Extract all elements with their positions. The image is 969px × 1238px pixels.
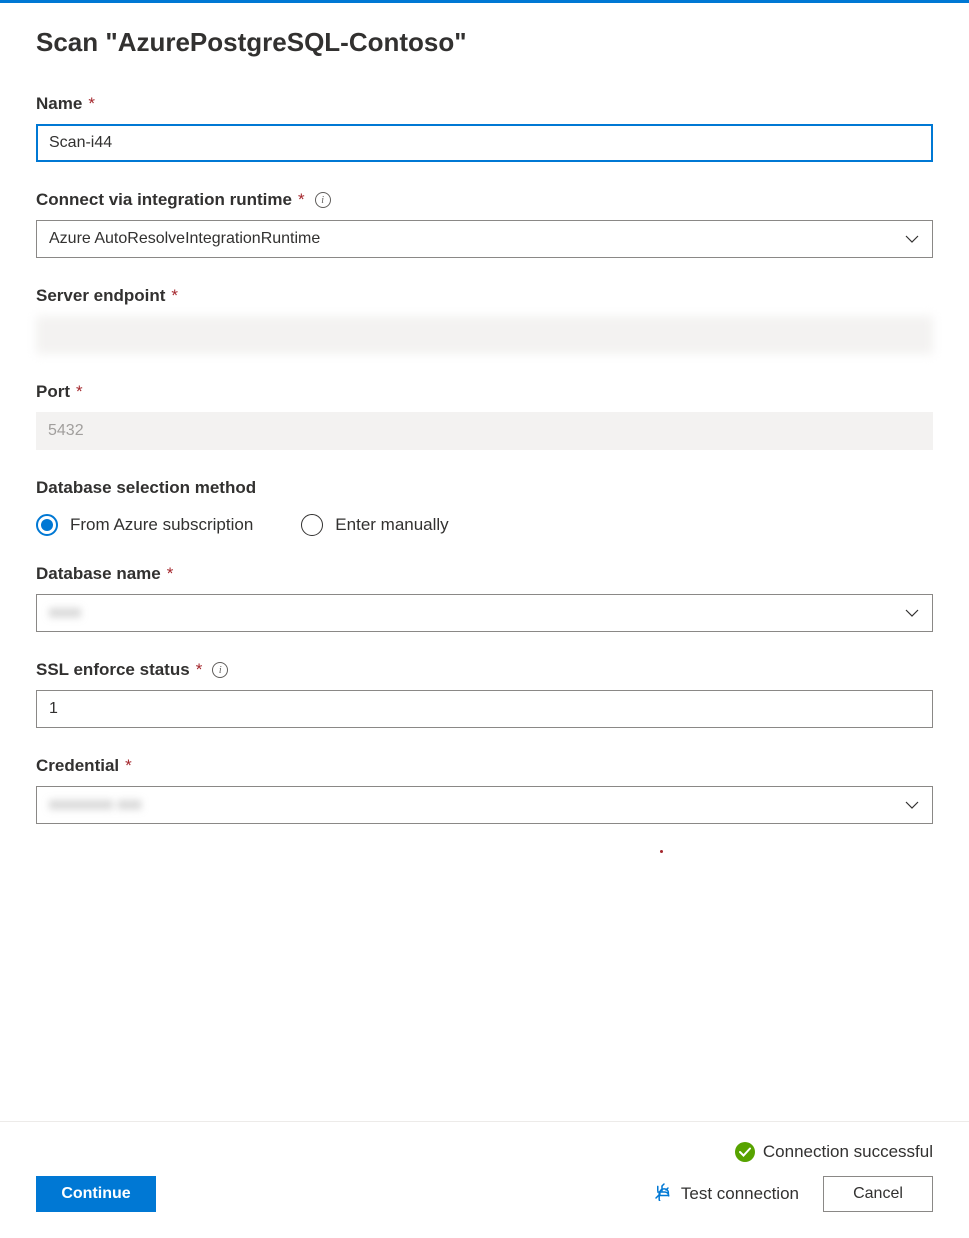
continue-button[interactable]: Continue [36, 1176, 156, 1212]
runtime-select[interactable]: Azure AutoResolveIntegrationRuntime [36, 220, 933, 258]
label-credential-text: Credential [36, 756, 119, 776]
port-input [36, 412, 933, 450]
field-credential: Credential * xxxxxxxx xxx [36, 756, 933, 824]
db-name-select-wrapper: xxxx [36, 594, 933, 632]
credential-select[interactable]: xxxxxxxx xxx [36, 786, 933, 824]
label-db-method-text: Database selection method [36, 478, 256, 498]
required-asterisk: * [298, 190, 305, 210]
radio-enter-manually[interactable]: Enter manually [301, 514, 448, 536]
required-asterisk: * [196, 660, 203, 680]
label-runtime: Connect via integration runtime * i [36, 190, 933, 210]
field-db-name: Database name * xxxx [36, 564, 933, 632]
test-connection-link[interactable]: Test connection [653, 1183, 799, 1206]
label-db-name-text: Database name [36, 564, 161, 584]
field-name: Name * [36, 94, 933, 162]
label-port: Port * [36, 382, 933, 402]
test-connection-text: Test connection [681, 1184, 799, 1204]
label-endpoint: Server endpoint * [36, 286, 933, 306]
form-container: Scan "AzurePostgreSQL-Contoso" Name * Co… [0, 3, 969, 824]
required-asterisk: * [125, 756, 132, 776]
connection-status: Connection successful [36, 1142, 933, 1162]
field-port: Port * [36, 382, 933, 450]
label-credential: Credential * [36, 756, 933, 776]
radio-from-azure-label: From Azure subscription [70, 515, 253, 535]
label-runtime-text: Connect via integration runtime [36, 190, 292, 210]
runtime-select-wrapper: Azure AutoResolveIntegrationRuntime [36, 220, 933, 258]
label-ssl: SSL enforce status * i [36, 660, 933, 680]
db-name-select-value: xxxx [49, 604, 81, 622]
label-db-method: Database selection method [36, 478, 933, 498]
status-text: Connection successful [763, 1142, 933, 1162]
check-icon [735, 1142, 755, 1162]
required-asterisk: * [167, 564, 174, 584]
stray-dot [660, 850, 663, 853]
field-ssl: SSL enforce status * i [36, 660, 933, 728]
cancel-button[interactable]: Cancel [823, 1176, 933, 1212]
footer-buttons: Continue Test connection Cancel [36, 1176, 933, 1212]
credential-select-wrapper: xxxxxxxx xxx [36, 786, 933, 824]
credential-select-value: xxxxxxxx xxx [49, 796, 141, 814]
radio-dot [41, 519, 53, 531]
info-icon[interactable]: i [315, 192, 331, 208]
footer-right: Test connection Cancel [653, 1176, 933, 1212]
info-icon[interactable]: i [212, 662, 228, 678]
page-title: Scan "AzurePostgreSQL-Contoso" [36, 27, 933, 58]
label-name: Name * [36, 94, 933, 114]
ssl-input[interactable] [36, 690, 933, 728]
runtime-select-value: Azure AutoResolveIntegrationRuntime [49, 230, 320, 248]
required-asterisk: * [171, 286, 178, 306]
label-ssl-text: SSL enforce status [36, 660, 190, 680]
label-name-text: Name [36, 94, 82, 114]
endpoint-input [36, 316, 933, 354]
label-port-text: Port [36, 382, 70, 402]
required-asterisk: * [88, 94, 95, 114]
radio-group-db-method: From Azure subscription Enter manually [36, 514, 933, 536]
radio-from-azure[interactable]: From Azure subscription [36, 514, 253, 536]
radio-circle-selected [36, 514, 58, 536]
db-name-select[interactable]: xxxx [36, 594, 933, 632]
field-runtime: Connect via integration runtime * i Azur… [36, 190, 933, 258]
label-db-name: Database name * [36, 564, 933, 584]
plug-icon [653, 1183, 671, 1206]
radio-circle-unselected [301, 514, 323, 536]
name-input[interactable] [36, 124, 933, 162]
footer: Connection successful Continue Test conn… [0, 1121, 969, 1238]
label-endpoint-text: Server endpoint [36, 286, 165, 306]
radio-manual-label: Enter manually [335, 515, 448, 535]
required-asterisk: * [76, 382, 83, 402]
field-db-method: Database selection method From Azure sub… [36, 478, 933, 536]
field-endpoint: Server endpoint * [36, 286, 933, 354]
